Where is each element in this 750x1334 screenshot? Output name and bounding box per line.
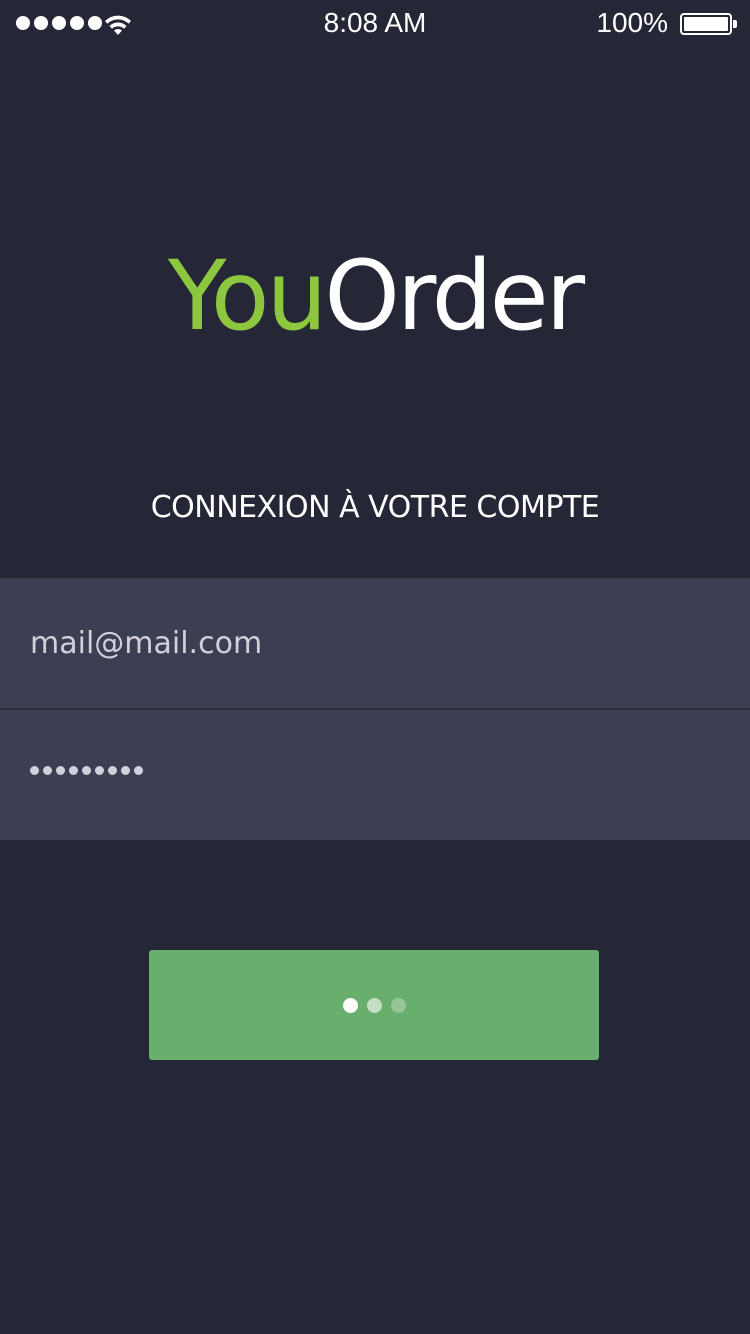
password-field[interactable] — [30, 766, 143, 775]
loading-dot — [342, 997, 358, 1013]
battery-icon — [680, 13, 737, 35]
logo-part-order: Order — [324, 240, 585, 352]
email-field-container — [0, 578, 750, 708]
app-logo: YouOrder — [0, 236, 750, 356]
battery-percent: 100% — [596, 7, 668, 38]
password-field-container[interactable] — [0, 710, 750, 840]
loading-dot — [366, 997, 382, 1013]
loading-dot — [390, 997, 406, 1013]
login-button[interactable] — [149, 950, 599, 1060]
login-title: CONNEXION À VOTRE COMPTE — [150, 490, 600, 525]
email-field[interactable] — [30, 578, 720, 708]
logo-part-you: You — [167, 240, 327, 352]
status-bar: 8:08 AM 100% — [0, 0, 750, 48]
loading-indicator-icon — [149, 950, 599, 1060]
